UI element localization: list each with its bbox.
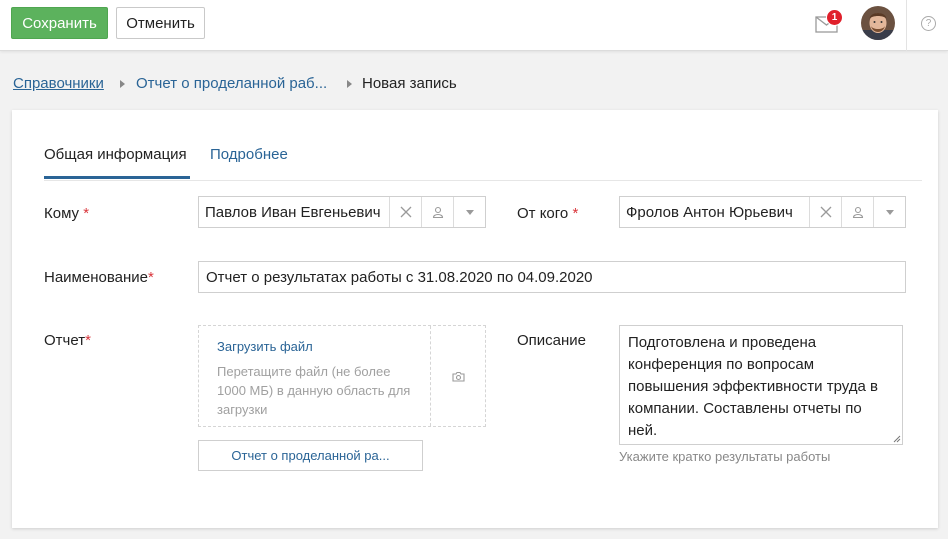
cancel-button[interactable]: Отменить [116, 7, 205, 39]
to-label: Кому * [44, 205, 90, 222]
resize-handle-icon[interactable] [893, 435, 901, 443]
breadcrumb-item-references[interactable]: Справочники [13, 75, 104, 92]
upload-hint: Перетащите файл (не более 1000 МБ) в дан… [217, 364, 411, 417]
tab-bar: Общая информация Подробнее [44, 110, 922, 181]
breadcrumb-item-report[interactable]: Отчет о проделанной раб... [136, 75, 327, 92]
to-value[interactable]: Павлов Иван Евгеньевич [199, 197, 389, 227]
chevron-down-icon[interactable] [873, 197, 905, 227]
clear-icon[interactable] [809, 197, 841, 227]
user-icon[interactable] [421, 197, 453, 227]
notification-badge: 1 [826, 9, 843, 26]
report-label: Отчет* [44, 332, 91, 349]
description-label: Описание [517, 332, 587, 349]
camera-button[interactable] [430, 326, 486, 426]
upload-file-link[interactable]: Загрузить файл [217, 339, 313, 354]
attached-file-button[interactable]: Отчет о проделанной ра... [198, 440, 423, 471]
breadcrumb-chevron-icon [347, 80, 352, 88]
file-dropzone[interactable]: Загрузить файл Перетащите файл (не более… [198, 325, 486, 427]
description-textarea[interactable]: Подготовлена и проведена конференция по … [619, 325, 903, 445]
name-label: Наименование* [44, 269, 154, 286]
from-label: От кого * [517, 205, 579, 222]
breadcrumb-current: Новая запись [362, 75, 457, 92]
from-value[interactable]: Фролов Антон Юрьевич [620, 197, 809, 227]
name-input[interactable]: Отчет о результатах работы с 31.08.2020 … [198, 261, 906, 293]
tab-details[interactable]: Подробнее [210, 146, 288, 163]
description-hint: Укажите кратко результаты работы [619, 449, 831, 464]
description-text: Подготовлена и проведена конференция по … [628, 334, 878, 439]
avatar[interactable] [861, 6, 895, 40]
user-avatar-image [861, 6, 895, 40]
help-icon[interactable]: ? [921, 16, 936, 31]
clear-icon[interactable] [389, 197, 421, 227]
form-card: Общая информация Подробнее Кому * Павлов… [12, 110, 938, 528]
breadcrumb-chevron-icon [120, 80, 125, 88]
active-tab-indicator [44, 176, 190, 179]
top-toolbar: Сохранить Отменить 1 ? [0, 0, 948, 51]
to-field[interactable]: Павлов Иван Евгеньевич [198, 196, 486, 228]
camera-icon [452, 371, 465, 382]
chevron-down-icon[interactable] [453, 197, 485, 227]
user-icon[interactable] [841, 197, 873, 227]
tab-general[interactable]: Общая информация [44, 146, 187, 163]
save-button[interactable]: Сохранить [11, 7, 108, 39]
from-field[interactable]: Фролов Антон Юрьевич [619, 196, 906, 228]
toolbar-divider [906, 0, 907, 51]
